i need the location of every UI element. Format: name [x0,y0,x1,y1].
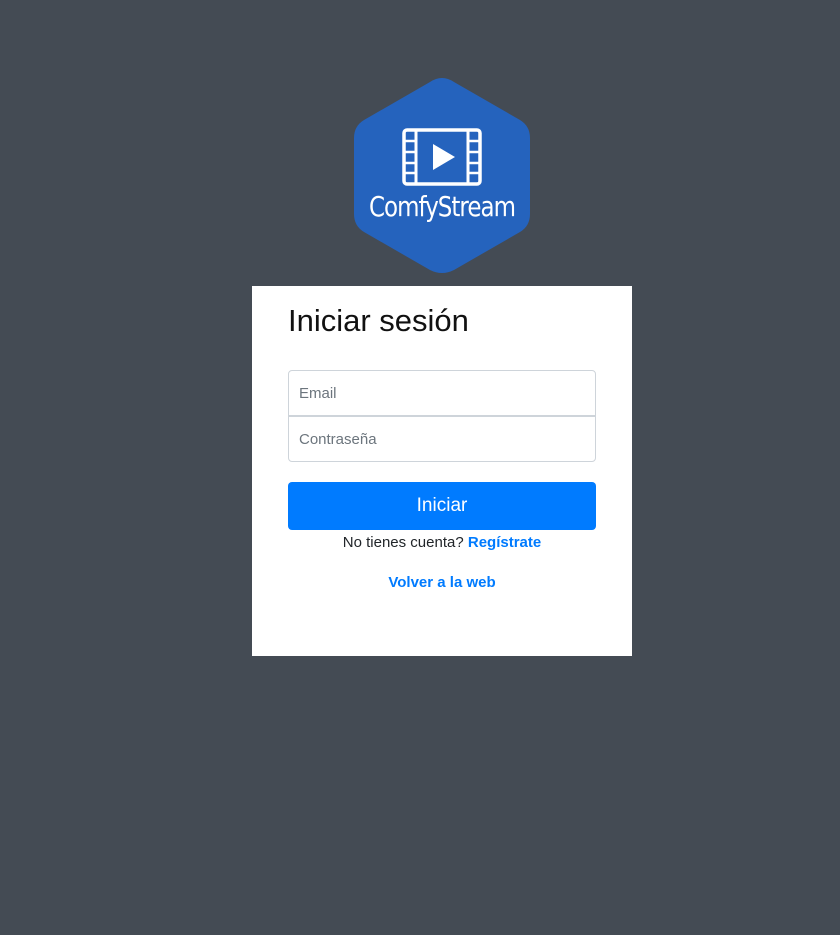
register-prompt: No tienes cuenta? Regístrate [252,534,632,551]
logo-hexagon [354,78,530,273]
email-field[interactable] [288,370,596,416]
logo-brand-text: ComfyStream [369,190,516,223]
comfystream-logo: ComfyStream [352,76,532,276]
page-title: Iniciar sesión [288,303,469,338]
back-to-web-link[interactable]: Volver a la web [388,574,495,591]
login-button[interactable]: Iniciar [288,482,596,530]
login-card: Iniciar sesión Iniciar No tienes cuenta?… [252,286,632,656]
password-field[interactable] [288,416,596,462]
back-link-container: Volver a la web [252,574,632,591]
no-account-text: No tienes cuenta? [342,534,464,551]
register-link[interactable]: Regístrate [468,534,541,551]
